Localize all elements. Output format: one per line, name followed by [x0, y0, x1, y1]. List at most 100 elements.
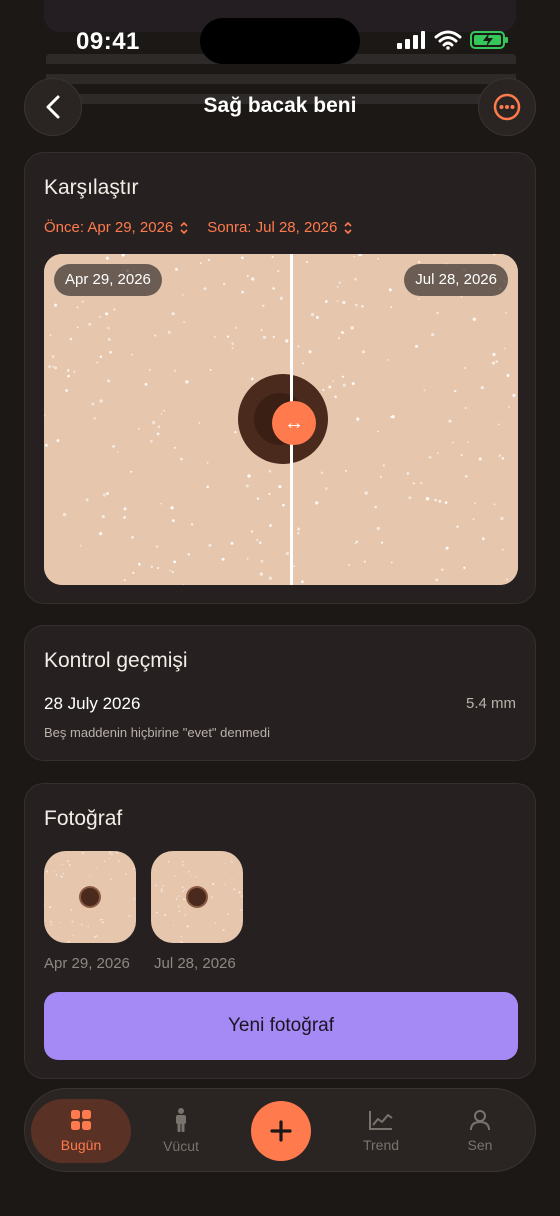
speckle	[213, 335, 216, 339]
speckle	[54, 870, 56, 872]
speckle	[353, 255, 356, 258]
speckle	[44, 903, 45, 905]
speckle	[105, 312, 109, 316]
photo-date-label: Apr 29, 2026	[44, 955, 130, 972]
speckle	[363, 560, 366, 563]
tab-vucut[interactable]: Vücut	[131, 1099, 231, 1163]
speckle	[505, 311, 507, 314]
speckle	[361, 305, 364, 308]
speckle	[460, 454, 463, 457]
speckle	[173, 369, 176, 372]
speckle	[102, 493, 106, 497]
speckle	[45, 870, 48, 873]
speckle	[174, 875, 176, 877]
speckle	[348, 564, 350, 566]
speckle	[127, 914, 129, 916]
speckle	[123, 579, 127, 582]
speckle	[240, 909, 242, 911]
compare-title: Karşılaştır	[44, 176, 139, 199]
speckle	[157, 425, 161, 429]
speckle	[234, 430, 237, 434]
speckle	[99, 918, 102, 921]
speckle	[350, 326, 354, 330]
slider-handle[interactable]: ↔	[272, 401, 316, 445]
speckle	[238, 891, 241, 894]
speckle	[285, 551, 290, 556]
speckle	[95, 867, 97, 869]
tab-sen[interactable]: Sen	[430, 1099, 530, 1163]
tab-bugun[interactable]: Bugün	[31, 1099, 131, 1163]
speckle	[212, 883, 215, 886]
speckle	[336, 286, 339, 288]
speckle	[44, 927, 45, 929]
speckle	[226, 913, 229, 916]
grid-icon	[71, 1110, 91, 1130]
speckle	[460, 295, 463, 298]
speckle	[224, 863, 226, 865]
signal-icon	[397, 31, 425, 49]
speckle	[186, 925, 189, 928]
speckle	[492, 361, 495, 365]
speckle	[171, 312, 175, 316]
speckle	[336, 300, 339, 303]
speckle	[80, 923, 83, 926]
after-date-picker[interactable]: Sonra: Jul 28, 2026	[207, 219, 353, 236]
right-date-pill: Jul 28, 2026	[404, 264, 508, 296]
speckle	[285, 339, 289, 343]
speckle	[198, 422, 201, 424]
speckle	[150, 439, 153, 443]
speckle	[221, 557, 225, 561]
speckle	[374, 505, 377, 509]
speckle	[160, 890, 163, 893]
speckle	[156, 432, 160, 436]
speckle	[480, 386, 484, 390]
speckle	[96, 361, 99, 364]
speckle	[195, 876, 197, 878]
speckle	[65, 389, 69, 392]
speckle	[448, 419, 452, 423]
photo-thumbnail[interactable]	[151, 851, 243, 943]
speckle	[337, 337, 341, 340]
speckle	[106, 492, 109, 495]
speckle	[493, 503, 496, 506]
more-options-button[interactable]	[478, 78, 536, 136]
speckle	[108, 851, 111, 854]
speckle	[181, 886, 184, 889]
speckle	[182, 898, 185, 900]
speckle	[272, 287, 275, 290]
speckle	[444, 501, 448, 504]
compare-slider-view[interactable]: Apr 29, 2026 Jul 28, 2026 ↔	[44, 254, 518, 585]
chevron-up-down-icon	[180, 221, 188, 234]
history-title: Kontrol geçmişi	[44, 649, 188, 672]
history-entry-note: Beş maddenin hiçbirine "evet" denmedi	[44, 725, 271, 740]
new-photo-button[interactable]: Yeni fotoğraf	[44, 992, 518, 1060]
speckle	[61, 864, 64, 866]
dynamic-island	[200, 18, 360, 64]
add-button[interactable]	[251, 1101, 311, 1161]
speckle	[364, 491, 368, 495]
speckle	[282, 503, 285, 507]
tab-trend[interactable]: Trend	[331, 1099, 431, 1163]
speckle	[151, 420, 156, 425]
speckle	[133, 897, 135, 900]
speckle	[54, 303, 58, 307]
speckle	[171, 519, 175, 523]
speckle	[151, 852, 154, 855]
speckle	[271, 256, 274, 259]
speckle	[478, 457, 482, 461]
speckle	[340, 331, 344, 334]
speckle	[506, 578, 509, 581]
speckle	[231, 342, 235, 346]
speckle	[315, 315, 319, 319]
speckle	[51, 355, 55, 358]
speckle	[245, 484, 249, 488]
speckle	[59, 922, 61, 924]
photo-thumbnail[interactable]	[44, 851, 136, 943]
speckle	[279, 296, 283, 300]
speckle	[185, 380, 189, 384]
speckle	[320, 471, 324, 475]
speckle	[150, 565, 153, 568]
speckle	[441, 568, 444, 571]
speckle	[72, 934, 75, 936]
before-date-picker[interactable]: Önce: Apr 29, 2026	[44, 219, 189, 236]
